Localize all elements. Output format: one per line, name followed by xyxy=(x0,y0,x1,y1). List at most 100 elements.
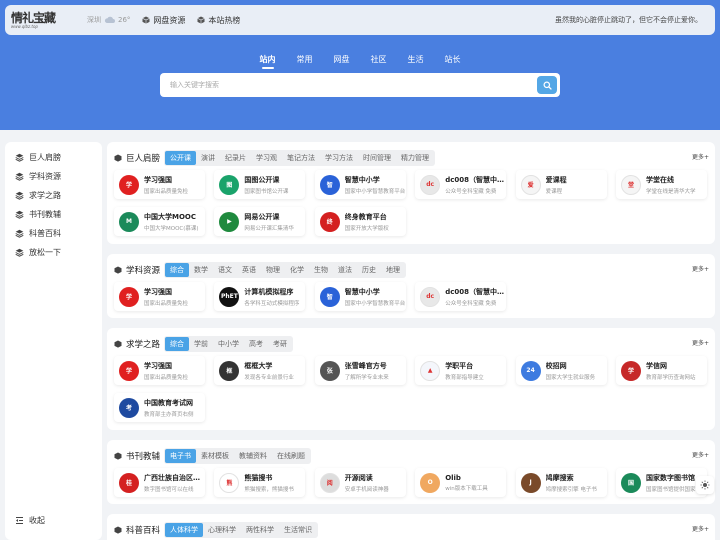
tab-netdisk[interactable]: 网盘 xyxy=(333,54,351,68)
site-card[interactable]: J 鸠摩搜索 鸠摩搜索引擎 电子书 xyxy=(515,468,607,497)
card-description: 教育部主办首页右侧 xyxy=(144,411,194,418)
card-description: 教育部指导建立 xyxy=(445,374,484,381)
link-netdisk-label: 网盘资源 xyxy=(153,15,186,25)
layers-icon xyxy=(15,172,24,181)
site-card[interactable]: 桂广西壮族自治区图书馆数字图书馆可以在线 xyxy=(114,468,205,497)
site-card[interactable]: O Olib win版本下载工具 xyxy=(415,468,507,497)
card-description: 中国大学MOOC(慕课) xyxy=(144,225,199,232)
section-tab[interactable]: 生活常识 xyxy=(279,523,317,537)
site-card[interactable]: dc dc008（智慧中小学） 公众号全科宝藏 免费 xyxy=(415,170,507,199)
section-tab[interactable]: 数学 xyxy=(189,263,213,277)
section-tab[interactable]: 历史 xyxy=(357,263,381,277)
site-card[interactable]: 学学习强国 国家出品质量免检 xyxy=(114,170,205,199)
section-tab[interactable]: 道法 xyxy=(333,263,357,277)
tab-webmaster[interactable]: 站长 xyxy=(444,54,462,68)
site-card[interactable]: 框框框大学 发现各专业前景行业 xyxy=(214,356,306,385)
site-card[interactable]: 学学习强国 国家出品质量免检 xyxy=(114,282,205,311)
section-tab[interactable]: 学前 xyxy=(189,337,213,351)
site-card[interactable]: 国国家数字图书馆 国家图书馆提供国家 xyxy=(616,468,707,497)
site-logo[interactable]: 情礼宝藏 www.qlbz.top xyxy=(11,6,75,34)
section-tab[interactable]: 教辅资料 xyxy=(234,449,272,463)
section-tab[interactable]: 演讲 xyxy=(196,151,220,165)
tab-common[interactable]: 常用 xyxy=(296,54,314,68)
sidebar-item-label: 书刊教辅 xyxy=(29,210,61,219)
section-tab[interactable]: 生物 xyxy=(309,263,333,277)
tab-community[interactable]: 社区 xyxy=(370,54,388,68)
site-card[interactable]: 爱爱课程 爱课程 xyxy=(515,170,607,199)
sidebar-collapse-button[interactable]: 收起 xyxy=(15,515,45,526)
site-card[interactable]: 学学习强国 国家出品质量免检 xyxy=(114,356,205,385)
sidebar-item-books[interactable]: 书刊教辅 xyxy=(15,209,61,220)
site-card[interactable]: 张张雪峰官方号 了解所学专业未来 xyxy=(314,356,406,385)
site-card[interactable]: 阅开源阅读 安卓手机阅读神器 xyxy=(314,468,406,497)
weather-widget[interactable]: 深圳 26° xyxy=(87,15,130,25)
more-link[interactable]: 更多+ xyxy=(692,524,709,533)
tab-site[interactable]: 站内 xyxy=(259,54,277,69)
card-title: 网易公开课 xyxy=(244,212,280,221)
section-tab[interactable]: 电子书 xyxy=(165,449,197,463)
site-card[interactable]: 考中国教育考试网 教育部主办首页右侧 xyxy=(114,393,205,422)
section-tab[interactable]: 地理 xyxy=(381,263,405,277)
section-tab[interactable]: 学习观 xyxy=(251,151,282,165)
site-card[interactable]: ▲ 学职平台 教育部指导建立 xyxy=(415,356,507,385)
site-card[interactable]: 熊熊猫搜书 熊猫搜索，熊猫搜书 xyxy=(214,468,306,497)
link-hot-list[interactable]: 本站热榜 xyxy=(197,15,240,26)
section-tab[interactable]: 人体科学 xyxy=(165,523,204,537)
section-tab[interactable]: 高考 xyxy=(244,337,268,351)
section-tab[interactable]: 学习方法 xyxy=(320,151,358,165)
sidebar-item-relax[interactable]: 放松一下 xyxy=(15,247,61,258)
search-input[interactable] xyxy=(160,73,560,97)
site-logo-icon: 国 xyxy=(621,472,641,493)
site-card[interactable]: ▶ 网易公开课 网易公开课汇集清华 xyxy=(214,207,306,236)
section-tab[interactable]: 考研 xyxy=(268,337,292,351)
section-tab[interactable]: 中小学 xyxy=(213,337,244,351)
section-tab[interactable]: 纪录片 xyxy=(220,151,251,165)
card-description: 学堂在线是清华大学 xyxy=(646,188,696,195)
card-description: 安卓手机阅读神器 xyxy=(344,486,389,493)
more-link[interactable]: 更多+ xyxy=(692,338,709,347)
site-logo-icon: J xyxy=(520,472,541,493)
section-tab[interactable]: 素材模板 xyxy=(196,449,234,463)
sidebar-item-science[interactable]: 科普百科 xyxy=(15,228,61,239)
site-card[interactable]: M 中国大学MOOC 中国大学MOOC(慕课) xyxy=(114,207,205,236)
site-card[interactable]: 智智慧中小学 国家中小学智慧教育平台 xyxy=(314,282,406,311)
section-tab[interactable]: 时间管理 xyxy=(358,151,396,165)
section-tab[interactable]: 综合 xyxy=(165,337,190,351)
sidebar-item-study-path[interactable]: 求学之路 xyxy=(15,190,61,201)
site-card[interactable]: 智智慧中小学 国家中小学智慧教育平台 xyxy=(314,170,406,199)
section-tab[interactable]: 在线刷题 xyxy=(272,449,310,463)
link-netdisk[interactable]: 网盘资源 xyxy=(142,15,185,26)
site-logo-icon: 框 xyxy=(219,360,240,381)
more-link[interactable]: 更多+ xyxy=(692,152,709,161)
site-card[interactable]: 图国图公开课 国家图书馆公开课 xyxy=(214,170,306,199)
more-link[interactable]: 更多+ xyxy=(692,450,709,459)
section-tab[interactable]: 英语 xyxy=(237,263,261,277)
card-title: 学习强国 xyxy=(144,175,172,184)
sidebar-item-label: 巨人肩膀 xyxy=(29,153,61,162)
site-card[interactable]: 终终身教育平台 国家开放大学版权 xyxy=(314,207,406,236)
more-link[interactable]: 更多+ xyxy=(692,264,709,273)
section-tab[interactable]: 心理科学 xyxy=(203,523,241,537)
section-tab[interactable]: 两性科学 xyxy=(241,523,279,537)
sidebar-item-giants[interactable]: 巨人肩膀 xyxy=(15,152,61,163)
search-button[interactable] xyxy=(537,76,557,94)
section-tab[interactable]: 综合 xyxy=(165,263,190,277)
card-description: 国家出品质量免检 xyxy=(144,188,189,195)
site-card[interactable]: PhET 计算机模拟程序 各学科互动式模拟程序 xyxy=(214,282,306,311)
site-card[interactable]: 24 校招网 国家大学生就业服务 xyxy=(515,356,607,385)
site-card[interactable]: 堂学堂在线 学堂在线是清华大学 xyxy=(616,170,707,199)
section-tab[interactable]: 物理 xyxy=(261,263,285,277)
site-logo-icon: 堂 xyxy=(621,174,641,195)
logo-text: 情礼宝藏 xyxy=(11,10,56,25)
section-tab[interactable]: 公开课 xyxy=(165,151,197,165)
section-tab[interactable]: 笔记方法 xyxy=(282,151,320,165)
site-card[interactable]: 学学信网 教育部学历查询网站 xyxy=(616,356,707,385)
theme-toggle-button[interactable] xyxy=(696,476,714,494)
tab-life[interactable]: 生活 xyxy=(407,54,425,68)
site-card[interactable]: dc dc008（智慧中小学） 公众号全科宝藏 免费 xyxy=(415,282,507,311)
card-title: 爱课程 xyxy=(545,175,567,184)
section-tab[interactable]: 语文 xyxy=(213,263,237,277)
sidebar-item-subjects[interactable]: 学科资源 xyxy=(15,171,61,182)
section-tab[interactable]: 精力管理 xyxy=(396,151,434,165)
section-tab[interactable]: 化学 xyxy=(285,263,309,277)
